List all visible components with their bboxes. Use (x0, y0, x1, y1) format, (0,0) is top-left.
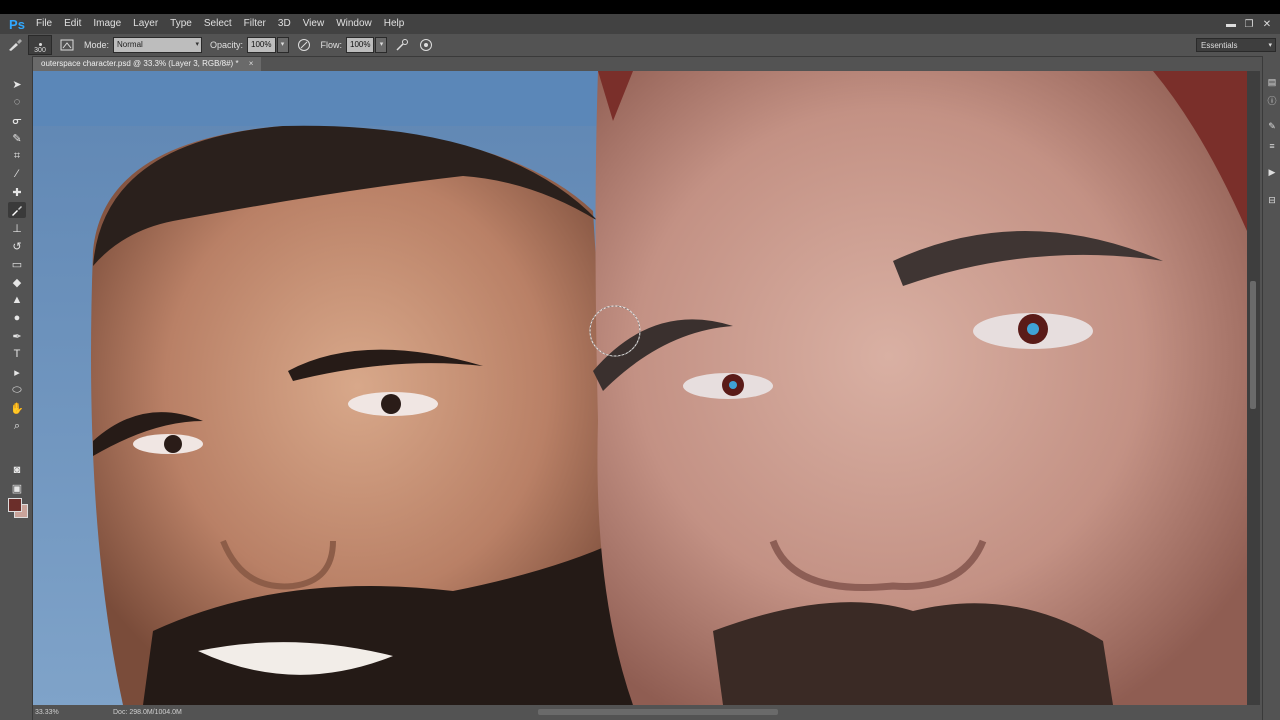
menu-select[interactable]: Select (198, 14, 238, 34)
close-button[interactable]: ✕ (1260, 17, 1274, 31)
move-tool-icon[interactable]: ➤ (8, 76, 26, 92)
vertical-scrollbar-thumb[interactable] (1250, 281, 1256, 409)
brush-tip-icon (38, 43, 42, 46)
menu-window[interactable]: Window (330, 14, 378, 34)
window-controls: ▬ ❐ ✕ (1224, 14, 1274, 34)
marquee-tool-icon[interactable]: ◌ (8, 94, 26, 110)
restore-button[interactable]: ❐ (1242, 17, 1256, 31)
dodge-tool-icon[interactable]: ● (8, 310, 26, 326)
menu-edit[interactable]: Edit (58, 14, 87, 34)
top-edge (0, 0, 1280, 14)
menu-image[interactable]: Image (87, 14, 127, 34)
document-title: outerspace character.psd @ 33.3% (Layer … (41, 59, 239, 68)
opacity-label: Opacity: (210, 40, 244, 50)
blur-tool-icon[interactable]: ▲ (8, 292, 26, 308)
screen-mode-icon[interactable]: ▣ (8, 480, 26, 496)
pen-tool-icon[interactable]: ✒ (8, 328, 26, 344)
opacity-input[interactable]: 100% (247, 37, 276, 53)
tools-panel: ➤ ◌ ᓂ ✎ ⌗ ⁄ ✚ ⊥ ↺ ▭ ◆ ▲ ● ✒ T ▸ ⬭ ✋ ⌕ ◙ … (0, 56, 33, 720)
actions-panel-icon[interactable]: ▶ (1266, 166, 1278, 178)
workspace-value: Essentials (1201, 41, 1238, 50)
menu-type[interactable]: Type (164, 14, 198, 34)
mode-dropdown[interactable]: Normal ▾ (113, 37, 203, 53)
menu-file[interactable]: File (30, 14, 58, 34)
flow-input[interactable]: 100% (346, 37, 375, 53)
opacity-slider-button[interactable]: ▾ (276, 37, 289, 53)
chevron-down-icon: ▾ (195, 41, 200, 48)
healing-brush-tool-icon[interactable]: ✚ (8, 184, 26, 200)
foreground-color-swatch[interactable] (8, 498, 22, 512)
crop-tool-icon[interactable]: ⌗ (8, 148, 26, 164)
menu-3d[interactable]: 3D (272, 14, 297, 34)
quick-selection-tool-icon[interactable]: ✎ (8, 130, 26, 146)
flow-slider-button[interactable]: ▾ (375, 37, 388, 53)
close-tab-icon[interactable]: × (249, 59, 254, 68)
status-bar: 33.33% Doc: 298.0M/1004.0M (33, 705, 1247, 720)
menu-layer[interactable]: Layer (127, 14, 164, 34)
document-tab[interactable]: outerspace character.psd @ 33.3% (Layer … (33, 57, 262, 71)
brush-tool-icon[interactable] (8, 202, 26, 218)
zoom-tool-icon[interactable]: ⌕ (8, 418, 26, 434)
horizontal-scrollbar-thumb[interactable] (538, 709, 778, 715)
options-bar: 300 Mode: Normal ▾ Opacity: 100% ▾ Flow:… (0, 34, 1280, 57)
shape-tool-icon[interactable]: ⬭ (8, 382, 26, 398)
brush-panel-toggle-icon[interactable] (58, 36, 76, 54)
brush-tool-preset-icon[interactable] (6, 36, 24, 54)
type-tool-icon[interactable]: T (8, 346, 26, 362)
panel-dock: ▤ ⓘ ✎ ≡ ▶ ⊟ (1262, 56, 1280, 720)
menu-view[interactable]: View (297, 14, 331, 34)
properties-panel-icon[interactable]: ⊟ (1266, 194, 1278, 206)
photoshop-logo: Ps (9, 16, 25, 32)
quick-mask-icon[interactable]: ◙ (8, 462, 26, 478)
eyedropper-tool-icon[interactable]: ⁄ (8, 166, 26, 182)
brush-panel-icon[interactable]: ✎ (1266, 120, 1278, 132)
clone-stamp-tool-icon[interactable]: ⊥ (8, 220, 26, 236)
path-selection-tool-icon[interactable]: ▸ (8, 364, 26, 380)
document-size: Doc: 298.0M/1004.0M (113, 709, 182, 716)
menu-help[interactable]: Help (378, 14, 411, 34)
mode-label: Mode: (84, 40, 110, 50)
paint-bucket-tool-icon[interactable]: ◆ (8, 274, 26, 290)
eraser-tool-icon[interactable]: ▭ (8, 256, 26, 272)
mode-value: Normal (117, 40, 143, 49)
menu-filter[interactable]: Filter (238, 14, 272, 34)
pressure-opacity-icon[interactable] (295, 36, 313, 54)
hand-tool-icon[interactable]: ✋ (8, 400, 26, 416)
flow-label: Flow: (320, 40, 343, 50)
info-panel-icon[interactable]: ⓘ (1266, 94, 1278, 106)
adjustments-panel-icon[interactable]: ≡ (1266, 140, 1278, 152)
pressure-size-icon[interactable] (417, 36, 435, 54)
minimize-button[interactable]: ▬ (1224, 17, 1238, 31)
workspace-switcher[interactable]: Essentials ▾ (1196, 38, 1276, 52)
artwork-image (33, 71, 1247, 705)
chevron-down-icon: ▾ (1268, 42, 1272, 49)
brush-size-value: 300 (34, 47, 46, 54)
airbrush-icon[interactable] (393, 36, 411, 54)
brush-size-picker[interactable]: 300 (28, 35, 52, 55)
lasso-tool-icon[interactable]: ᓂ (8, 112, 26, 128)
vertical-scrollbar[interactable] (1247, 71, 1260, 705)
menu-bar: Ps File Edit Image Layer Type Select Fil… (0, 14, 1280, 34)
history-brush-tool-icon[interactable]: ↺ (8, 238, 26, 254)
zoom-level[interactable]: 33.33% (35, 705, 59, 720)
history-panel-icon[interactable]: ▤ (1266, 76, 1278, 88)
document-canvas[interactable] (33, 71, 1247, 705)
